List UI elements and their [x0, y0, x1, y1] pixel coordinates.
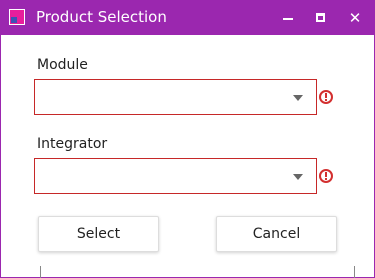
chevron-down-icon	[293, 95, 303, 101]
maximize-button[interactable]	[303, 0, 337, 35]
integrator-error-icon	[319, 169, 333, 183]
maximize-icon	[315, 13, 325, 22]
minimize-button[interactable]	[271, 0, 305, 35]
title-bar[interactable]: Product Selection ✕	[1, 0, 375, 35]
cancel-button[interactable]: Cancel	[216, 216, 337, 252]
module-label: Module	[37, 57, 88, 73]
close-button[interactable]: ✕	[338, 0, 372, 35]
integrator-label: Integrator	[37, 136, 108, 152]
divider	[40, 266, 41, 278]
module-dropdown[interactable]	[34, 79, 317, 115]
window-title: Product Selection	[36, 8, 167, 26]
product-selection-window: Product Selection ✕ Module Integrator Se…	[0, 0, 375, 278]
integrator-dropdown[interactable]	[34, 158, 317, 194]
app-icon	[9, 9, 25, 25]
minimize-icon	[283, 17, 293, 20]
divider	[354, 266, 355, 278]
chevron-down-icon	[293, 174, 303, 180]
module-error-icon	[319, 90, 333, 104]
close-icon: ✕	[348, 8, 362, 27]
select-button[interactable]: Select	[38, 216, 159, 252]
